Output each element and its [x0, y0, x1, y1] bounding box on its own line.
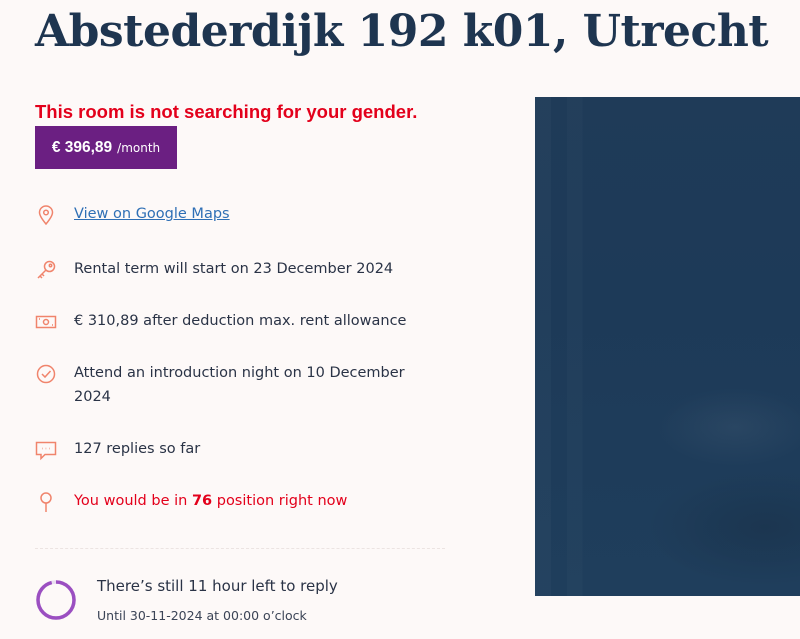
detail-replies: 127 replies so far — [35, 437, 424, 461]
pin-icon — [35, 491, 57, 513]
position-suffix: position right now — [212, 493, 348, 509]
detail-rent-allowance: € 310,89 after deduction max. rent allow… — [35, 309, 424, 333]
position-prefix: You would be in — [74, 493, 192, 509]
check-circle-icon — [35, 363, 57, 385]
banknote-icon — [35, 311, 57, 333]
rental-term-text: Rental term will start on 23 December 20… — [74, 261, 394, 277]
section-divider — [35, 548, 445, 549]
chat-bubble-icon — [35, 439, 57, 461]
position-text: You would be in 76 position right now — [74, 489, 424, 513]
google-maps-link[interactable]: View on Google Maps — [74, 206, 230, 222]
key-icon — [35, 259, 57, 281]
replies-text: 127 replies so far — [74, 441, 201, 457]
price-badge: € 396,89 /month — [35, 126, 177, 169]
price-amount: € 396,89 — [51, 138, 113, 156]
deadline-until: Until 30-11-2024 at 00:00 o’clock — [97, 608, 307, 623]
page-title: Abstederdijk 192 k01, Utrecht — [35, 6, 769, 57]
position-rank: 76 — [191, 493, 213, 509]
detail-rental-term: Rental term will start on 23 December 20… — [35, 257, 424, 281]
gender-warning: This room is not searching for your gend… — [35, 101, 418, 122]
detail-position: You would be in 76 position right now — [35, 489, 424, 513]
room-photo[interactable] — [535, 97, 800, 596]
price-unit: /month — [117, 140, 161, 155]
detail-maps: View on Google Maps — [35, 202, 424, 226]
progress-ring-arc — [36, 580, 76, 620]
map-pin-icon — [35, 204, 57, 226]
deadline-progress-ring — [36, 580, 76, 620]
deadline-title: There’s still 11 hour left to reply — [97, 577, 338, 595]
rent-allowance-text: € 310,89 after deduction max. rent allow… — [74, 313, 407, 329]
intro-night-text: Attend an introduction night on 10 Decem… — [74, 365, 405, 405]
detail-intro-night: Attend an introduction night on 10 Decem… — [35, 361, 424, 409]
